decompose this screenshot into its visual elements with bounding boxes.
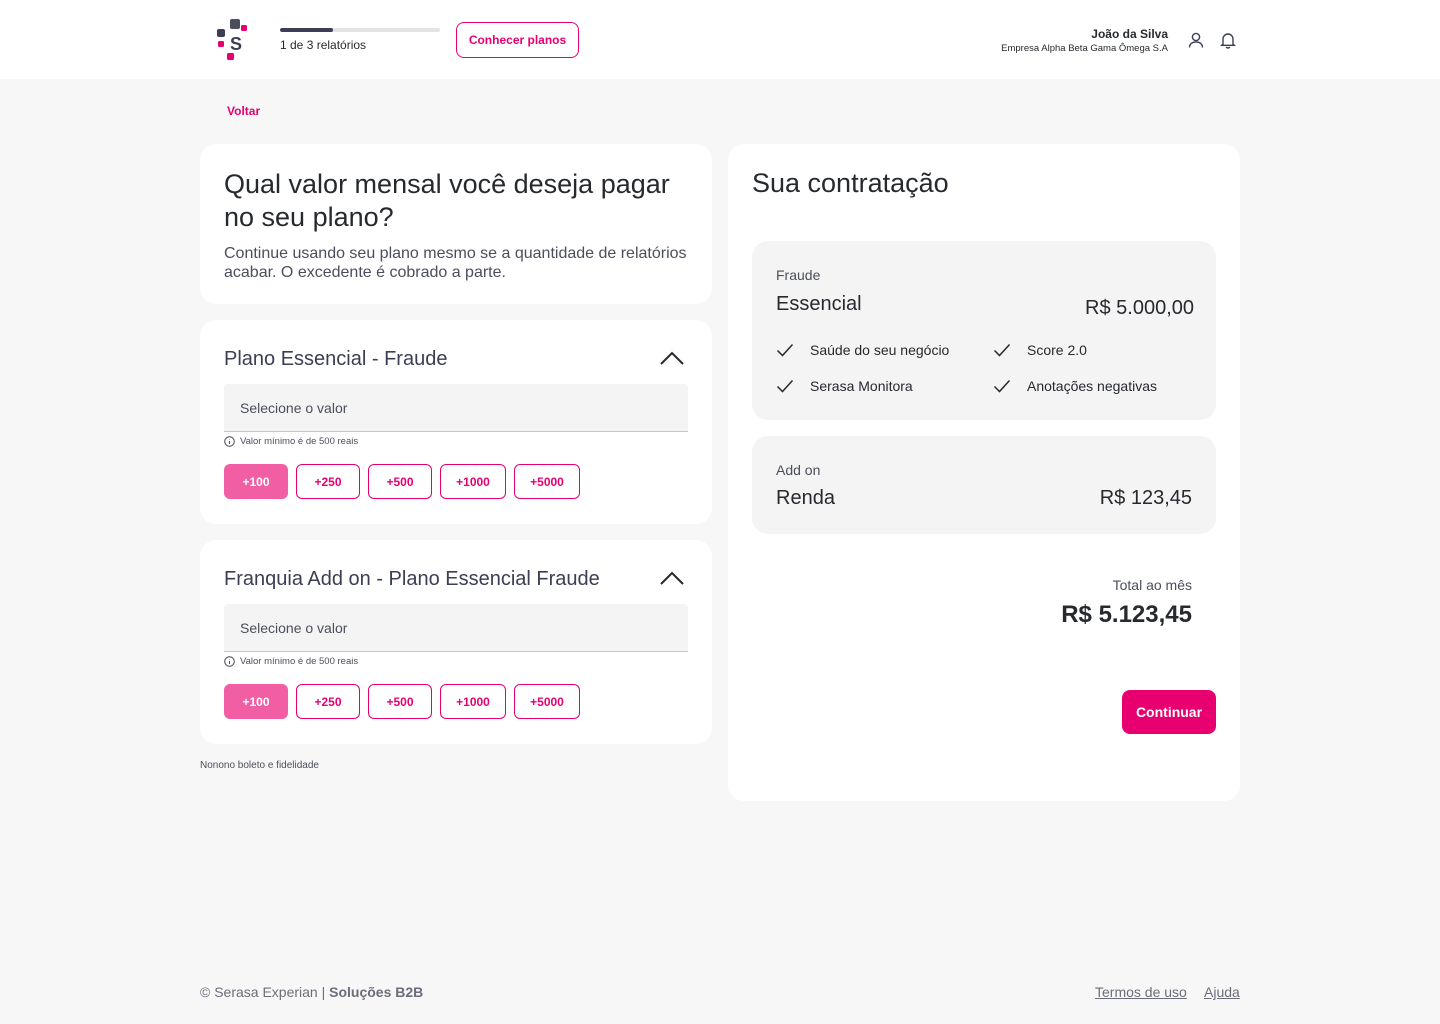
summary-card: Sua contratação Fraude Essencial R$ 5.00… — [728, 144, 1240, 801]
value-chips: +100 +250 +500 +1000 +5000 — [224, 464, 580, 499]
plan-title: Franquia Add on - Plano Essencial Fraude — [224, 568, 600, 590]
chip-100[interactable]: +100 — [224, 464, 288, 499]
chip-1000[interactable]: +1000 — [440, 464, 506, 499]
chip-1000[interactable]: +1000 — [440, 684, 506, 719]
feature-item: Score 2.0 — [993, 342, 1087, 358]
feature-label: Serasa Monitora — [810, 378, 913, 394]
know-plans-button[interactable]: Conhecer planos — [456, 22, 579, 58]
chip-500[interactable]: +500 — [368, 684, 432, 719]
page-description: Continue usando seu plano mesmo se a qua… — [224, 245, 687, 281]
plan-card-essencial: Plano Essencial - Fraude Selecione o val… — [200, 320, 712, 524]
plan-category: Add on — [776, 462, 821, 478]
check-icon — [993, 343, 1011, 357]
check-icon — [993, 379, 1011, 393]
total-value: R$ 5.123,45 — [1061, 601, 1192, 628]
value-select[interactable]: Selecione o valor — [224, 384, 688, 432]
plan-price: R$ 123,45 — [1099, 487, 1192, 509]
feature-item: Anotações negativas — [993, 378, 1157, 394]
copyright-text: © Serasa Experian | — [200, 984, 330, 1000]
addon-plan-box: Add on Renda R$ 123,45 — [752, 436, 1216, 534]
feature-item: Saúde do seu negócio — [776, 342, 949, 358]
feature-label: Anotações negativas — [1027, 378, 1157, 394]
back-link[interactable]: Voltar — [227, 104, 260, 118]
page-title: Qual valor mensal você deseja pagar no s… — [224, 169, 670, 232]
svg-text:S: S — [230, 34, 242, 54]
chip-250[interactable]: +250 — [296, 464, 360, 499]
value-chips: +100 +250 +500 +1000 +5000 — [224, 684, 580, 719]
chevron-up-icon[interactable] — [660, 350, 684, 366]
min-value-hint: Valor mínimo é de 500 reais — [224, 436, 358, 447]
check-icon — [776, 343, 794, 357]
chip-5000[interactable]: +5000 — [514, 684, 580, 719]
progress-fill — [280, 28, 333, 32]
user-company: Empresa Alpha Beta Gama Ômega S.A — [1001, 43, 1168, 54]
footnote: Nonono boleto e fidelidade — [200, 760, 319, 771]
plan-title: Plano Essencial - Fraude — [224, 348, 448, 370]
serasa-logo-icon[interactable]: S — [216, 19, 250, 61]
report-progress: 1 de 3 relatórios — [280, 28, 440, 52]
feature-label: Saúde do seu negócio — [810, 342, 950, 358]
user-icon[interactable] — [1187, 31, 1205, 49]
plan-name: Essencial — [776, 293, 862, 315]
feature-item: Serasa Monitora — [776, 378, 913, 394]
info-icon — [224, 436, 235, 447]
chip-100[interactable]: +100 — [224, 684, 288, 719]
user-info: João da Silva Empresa Alpha Beta Gama Ôm… — [1001, 27, 1168, 54]
terms-link[interactable]: Termos de uso — [1095, 984, 1187, 1000]
plan-card-addon: Franquia Add on - Plano Essencial Fraude… — [200, 540, 712, 744]
check-icon — [776, 379, 794, 393]
chip-5000[interactable]: +5000 — [514, 464, 580, 499]
plan-category: Fraude — [776, 267, 821, 283]
info-icon — [224, 656, 235, 667]
summary-title: Sua contratação — [752, 168, 949, 198]
chip-250[interactable]: +250 — [296, 684, 360, 719]
footer-copyright: © Serasa Experian | Soluções B2B — [200, 984, 423, 1000]
value-select[interactable]: Selecione o valor — [224, 604, 688, 652]
hint-text: Valor mínimo é de 500 reais — [240, 436, 359, 447]
footer-brand: Soluções B2B — [329, 984, 424, 1000]
top-bar: S 1 de 3 relatórios Conhecer planos João… — [0, 0, 1440, 79]
fraud-plan-box: Fraude Essencial R$ 5.000,00 Saúde do se… — [752, 241, 1216, 420]
progress-track — [280, 28, 440, 32]
chevron-up-icon[interactable] — [660, 570, 684, 586]
plan-name: Renda — [776, 487, 835, 509]
progress-label: 1 de 3 relatórios — [280, 38, 367, 52]
intro-card: Qual valor mensal você deseja pagar no s… — [200, 144, 712, 304]
total-label: Total ao mês — [1112, 577, 1192, 593]
hint-text: Valor mínimo é de 500 reais — [240, 656, 359, 667]
user-name: João da Silva — [1091, 27, 1168, 41]
chip-500[interactable]: +500 — [368, 464, 432, 499]
plan-price: R$ 5.000,00 — [1085, 297, 1194, 319]
feature-label: Score 2.0 — [1027, 342, 1087, 358]
min-value-hint: Valor mínimo é de 500 reais — [224, 656, 358, 667]
bell-icon[interactable] — [1219, 31, 1237, 49]
help-link[interactable]: Ajuda — [1204, 984, 1240, 1000]
continue-button[interactable]: Continuar — [1122, 690, 1216, 734]
